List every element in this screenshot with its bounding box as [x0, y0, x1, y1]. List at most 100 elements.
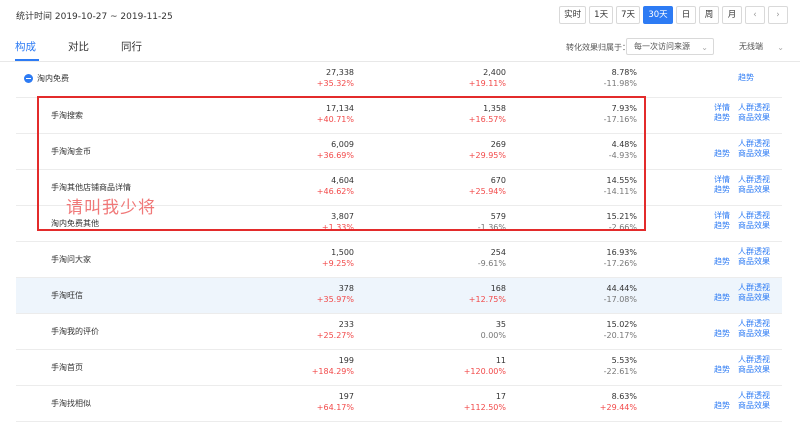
- tab-peers[interactable]: 同行: [121, 39, 142, 54]
- metric-change: +1.33%: [321, 223, 354, 232]
- metric-cell-1: 199 +184.29%: [264, 350, 354, 377]
- metric-cell-2: 11 +120.00%: [416, 350, 506, 377]
- details-link[interactable]: 详情: [714, 175, 730, 185]
- metric-cell-2: 670 +25.94%: [416, 170, 506, 197]
- device-select-value: 无线端: [739, 42, 763, 51]
- source-name: 手淘旺信: [51, 291, 83, 300]
- table-group-row: 淘内免费 27,338 +35.32% 2,400 +19.11% 8.78% -11.98…: [16, 64, 782, 98]
- metric-value: 197: [338, 392, 354, 401]
- audience-link[interactable]: 人群透视: [738, 103, 770, 113]
- period-30day-button[interactable]: 30天: [643, 6, 673, 24]
- trend-link[interactable]: 趋势: [714, 257, 730, 267]
- period-1day-button[interactable]: 1天: [589, 6, 614, 24]
- metric-cell-2: 579 -1.36%: [416, 206, 506, 233]
- metric-change: +16.57%: [468, 115, 506, 124]
- product-effect-link[interactable]: 商品效果: [738, 185, 770, 195]
- period-realtime-button[interactable]: 实时: [559, 6, 587, 24]
- metric-change: -22.61%: [603, 367, 637, 376]
- metric-change: -17.26%: [603, 259, 637, 268]
- metric-value: 14.55%: [606, 176, 637, 185]
- audience-link[interactable]: 人群透视: [738, 139, 770, 149]
- metric-change: +19.11%: [468, 79, 506, 88]
- product-effect-link[interactable]: 商品效果: [738, 293, 770, 303]
- metric-value: 17: [495, 392, 506, 401]
- prev-period-icon[interactable]: ‹: [745, 6, 765, 24]
- trend-link[interactable]: 趋势: [714, 221, 730, 231]
- table-row: 手淘淘金币 6,009 +36.69% 269 +29.95% 4.48% -4.93% 人群…: [16, 134, 782, 170]
- product-effect-link[interactable]: 商品效果: [738, 113, 770, 123]
- metric-value: 3,807: [331, 212, 354, 221]
- metric-value: 35: [495, 320, 506, 329]
- trend-link[interactable]: 趋势: [714, 293, 730, 303]
- metric-cell-1: 197 +64.17%: [264, 386, 354, 413]
- metric-change: -2.66%: [608, 223, 637, 232]
- device-select[interactable]: 无线端 ⌄: [732, 38, 790, 55]
- metric-change: +35.97%: [316, 295, 354, 304]
- metric-change: +46.62%: [316, 187, 354, 196]
- period-7day-button[interactable]: 7天: [616, 6, 640, 24]
- collapse-icon[interactable]: [24, 74, 33, 83]
- metric-value: 5.53%: [611, 356, 637, 365]
- audience-link[interactable]: 人群透视: [738, 319, 770, 329]
- metric-cell-3: 44.44% -17.08%: [547, 278, 637, 305]
- metric-cell-3: 15.02% -20.17%: [547, 314, 637, 341]
- metric-value: 11: [495, 356, 506, 365]
- source-name: 淘内免费其他: [51, 219, 99, 228]
- audience-link[interactable]: 人群透视: [738, 283, 770, 293]
- trend-link[interactable]: 趋势: [714, 401, 730, 411]
- metric-value: 233: [338, 320, 354, 329]
- trend-link[interactable]: 趋势: [738, 73, 754, 83]
- product-effect-link[interactable]: 商品效果: [738, 365, 770, 375]
- metric-cell-2: 1,358 +16.57%: [416, 98, 506, 125]
- audience-link[interactable]: 人群透视: [738, 247, 770, 257]
- metric-change: +25.94%: [468, 187, 506, 196]
- metric-value: 17,134: [326, 104, 354, 113]
- metric-change: -1.36%: [477, 223, 506, 232]
- attribution-select[interactable]: 每一次访问来源 ⌄: [626, 38, 714, 55]
- metric-cell-2: 269 +29.95%: [416, 134, 506, 161]
- tab-bar: 构成 对比 同行 转化效果归属于： 每一次访问来源 ⌄ 无线端 ⌄: [0, 30, 800, 62]
- product-effect-link[interactable]: 商品效果: [738, 221, 770, 231]
- source-name: 手淘首页: [51, 363, 83, 372]
- tab-compare[interactable]: 对比: [68, 39, 89, 54]
- metric-change: +29.44%: [599, 403, 637, 412]
- audience-link[interactable]: 人群透视: [738, 211, 770, 221]
- trend-link[interactable]: 趋势: [714, 149, 730, 159]
- next-period-icon[interactable]: ›: [768, 6, 788, 24]
- metric-value: 2,400: [483, 68, 506, 77]
- product-effect-link[interactable]: 商品效果: [738, 401, 770, 411]
- metric-cell-3: 7.93% -17.16%: [547, 98, 637, 125]
- metric-value: 579: [490, 212, 506, 221]
- trend-link[interactable]: 趋势: [714, 113, 730, 123]
- trend-link[interactable]: 趋势: [714, 185, 730, 195]
- tab-composition[interactable]: 构成: [15, 39, 36, 54]
- period-selector: 实时 1天 7天 30天 日 周 月 ‹ ›: [559, 6, 788, 24]
- source-name: 手淘我的评价: [51, 327, 99, 336]
- metric-value: 15.02%: [606, 320, 637, 329]
- top-bar: 统计时间 2019-10-27 ~ 2019-11-25 实时 1天 7天 30…: [0, 0, 800, 30]
- metric-cell-3: 8.63% +29.44%: [547, 386, 637, 413]
- period-day-button[interactable]: 日: [676, 6, 696, 24]
- details-link[interactable]: 详情: [714, 103, 730, 113]
- details-link[interactable]: 详情: [714, 211, 730, 221]
- product-effect-link[interactable]: 商品效果: [738, 329, 770, 339]
- metric-change: +12.75%: [468, 295, 506, 304]
- period-week-button[interactable]: 周: [699, 6, 719, 24]
- metric-value: 378: [338, 284, 354, 293]
- audience-link[interactable]: 人群透视: [738, 391, 770, 401]
- metric-change: -14.11%: [603, 187, 637, 196]
- metric-cell-2: 254 -9.61%: [416, 242, 506, 269]
- trend-link[interactable]: 趋势: [714, 329, 730, 339]
- audience-link[interactable]: 人群透视: [738, 175, 770, 185]
- metric-cell-1: 6,009 +36.69%: [264, 134, 354, 161]
- audience-link[interactable]: 人群透视: [738, 355, 770, 365]
- product-effect-link[interactable]: 商品效果: [738, 149, 770, 159]
- metric-value: 4,604: [331, 176, 354, 185]
- product-effect-link[interactable]: 商品效果: [738, 257, 770, 267]
- trend-link[interactable]: 趋势: [714, 365, 730, 375]
- metric-cell-1: 17,134 +40.71%: [264, 98, 354, 125]
- metric-cell-2: 35 0.00%: [416, 314, 506, 341]
- source-name: 手淘淘金币: [51, 147, 91, 156]
- period-month-button[interactable]: 月: [722, 6, 742, 24]
- attribution-select-value: 每一次访问来源: [634, 42, 690, 51]
